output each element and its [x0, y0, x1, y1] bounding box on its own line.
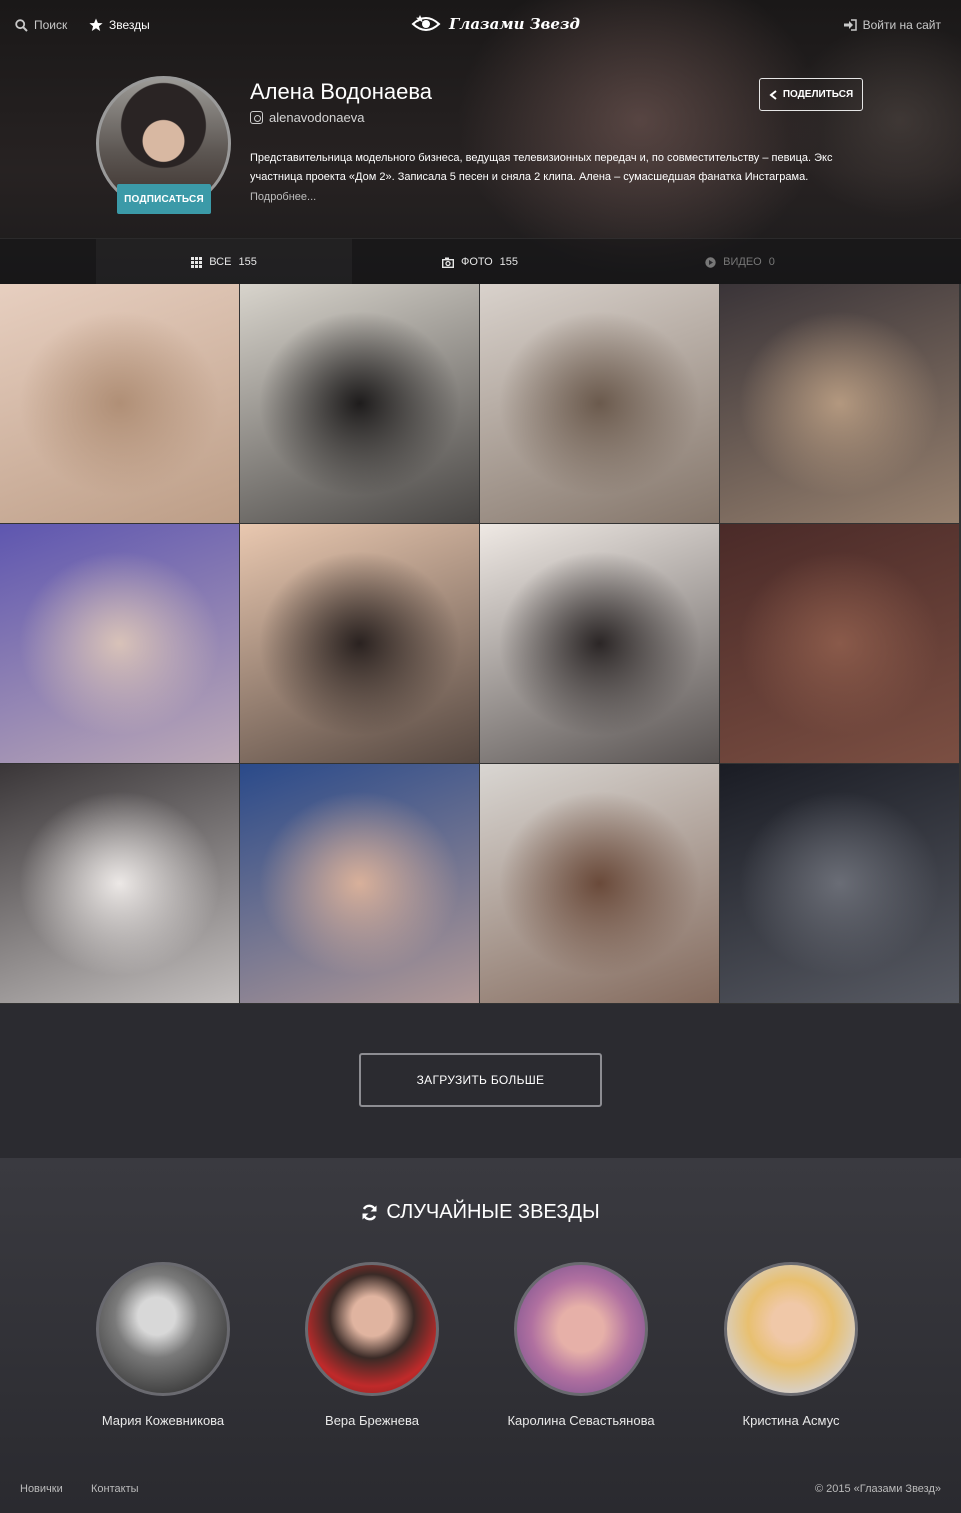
star-name[interactable]: Вера Брежнева	[272, 1413, 472, 1428]
profile-header: Поиск Звезды Глазами Звезд Войти на сайт…	[0, 0, 961, 284]
photo-icon	[441, 257, 454, 268]
more-link[interactable]: Подробнее...	[250, 191, 316, 203]
login-icon	[843, 19, 857, 31]
photo-tile-selfie-with-son[interactable]	[240, 764, 479, 1003]
photo-tile-black-cat[interactable]	[240, 524, 479, 763]
eye-icon	[411, 15, 441, 31]
search-icon	[15, 18, 28, 32]
photo-tile-chess-game[interactable]	[720, 284, 959, 523]
site-logo[interactable]: Глазами Звезд	[411, 14, 580, 34]
tab-video[interactable]: ВИДЕО 0	[620, 239, 860, 284]
profile-handle[interactable]: alenavodonaeva	[250, 110, 364, 125]
stars-label: Звезды	[109, 18, 150, 32]
tab-all-count: 155	[238, 256, 257, 268]
random-stars-title: СЛУЧАЙНЫЕ ЗВЕЗДЫ	[386, 1201, 600, 1223]
instagram-icon	[250, 111, 263, 124]
photo-tile-bookshelf[interactable]	[720, 524, 959, 763]
photo-tile-woman-at-table[interactable]	[480, 524, 719, 763]
photo-tile-woman-white-suit[interactable]	[0, 764, 239, 1003]
share-button[interactable]: ПОДЕЛИТЬСЯ	[759, 78, 863, 111]
star-avatar[interactable]	[305, 1262, 439, 1396]
profile-name: Алена Водонаева	[250, 79, 433, 104]
star-avatar[interactable]	[724, 1262, 858, 1396]
logo-text: Глазами Звезд	[449, 15, 580, 33]
star-name[interactable]: Каролина Севастьянова	[481, 1413, 681, 1428]
star-name[interactable]: Мария Кожевникова	[63, 1413, 263, 1428]
tab-all-label: ВСЕ	[209, 256, 232, 268]
footer-contacts-link[interactable]: Контакты	[91, 1483, 139, 1495]
tab-photo-label: ФОТО	[460, 256, 493, 268]
load-more-button[interactable]: ЗАГРУЗИТЬ БОЛЬШЕ	[359, 1053, 602, 1107]
search-label: Поиск	[34, 18, 68, 32]
tab-photo[interactable]: ФОТО 155	[360, 239, 600, 284]
profile-bio: Представительница модельного бизнеса, ве…	[250, 152, 833, 183]
media-tabs: ВСЕ 155 ФОТО 155 ВИДЕО 0	[0, 238, 961, 284]
photo-grid	[0, 284, 961, 1004]
login-label: Войти на сайт	[862, 18, 941, 32]
tab-photo-count: 155	[499, 256, 519, 268]
subscribe-button[interactable]: ПОДПИСАТЬСЯ	[117, 184, 211, 214]
photo-tile-hand-fur-car[interactable]	[720, 764, 959, 1003]
stars-link[interactable]: Звезды	[89, 18, 150, 32]
share-label: ПОДЕЛИТЬСЯ	[782, 89, 854, 100]
random-star-card[interactable]: Кристина Асмус	[691, 1262, 891, 1428]
share-icon	[769, 89, 777, 100]
copyright: © 2015 «Глазами Звезд»	[814, 1483, 941, 1495]
play-icon	[705, 256, 716, 268]
random-star-card[interactable]: Мария Кожевникова	[63, 1262, 263, 1428]
tab-video-label: ВИДЕО	[723, 256, 762, 268]
photo-tile-woman-black-suit[interactable]	[240, 284, 479, 523]
tab-video-count: 0	[768, 256, 775, 268]
grid-icon	[191, 256, 203, 268]
refresh-icon[interactable]	[361, 1204, 378, 1221]
photo-tile-perfume-bottles[interactable]	[0, 284, 239, 523]
top-navigation: Поиск Звезды Глазами Звезд Войти на сайт	[0, 0, 961, 56]
photo-tile-black-face-mask[interactable]	[0, 524, 239, 763]
login-link[interactable]: Войти на сайт	[843, 18, 941, 32]
random-star-card[interactable]: Каролина Севастьянова	[481, 1262, 681, 1428]
photo-tile-woman-leopard-dress[interactable]	[480, 284, 719, 523]
star-avatar[interactable]	[514, 1262, 648, 1396]
star-icon	[89, 18, 103, 31]
tab-all[interactable]: ВСЕ 155	[96, 239, 352, 284]
photo-tile-woman-leopard-top[interactable]	[480, 764, 719, 1003]
footer-newbies-link[interactable]: Новички	[20, 1483, 63, 1495]
star-name[interactable]: Кристина Асмус	[691, 1413, 891, 1428]
random-star-card[interactable]: Вера Брежнева	[272, 1262, 472, 1428]
star-avatar[interactable]	[96, 1262, 230, 1396]
search-link[interactable]: Поиск	[15, 18, 67, 32]
random-stars-heading: СЛУЧАЙНЫЕ ЗВЕЗДЫ	[0, 1201, 961, 1224]
handle-text: alenavodonaeva	[269, 110, 365, 125]
